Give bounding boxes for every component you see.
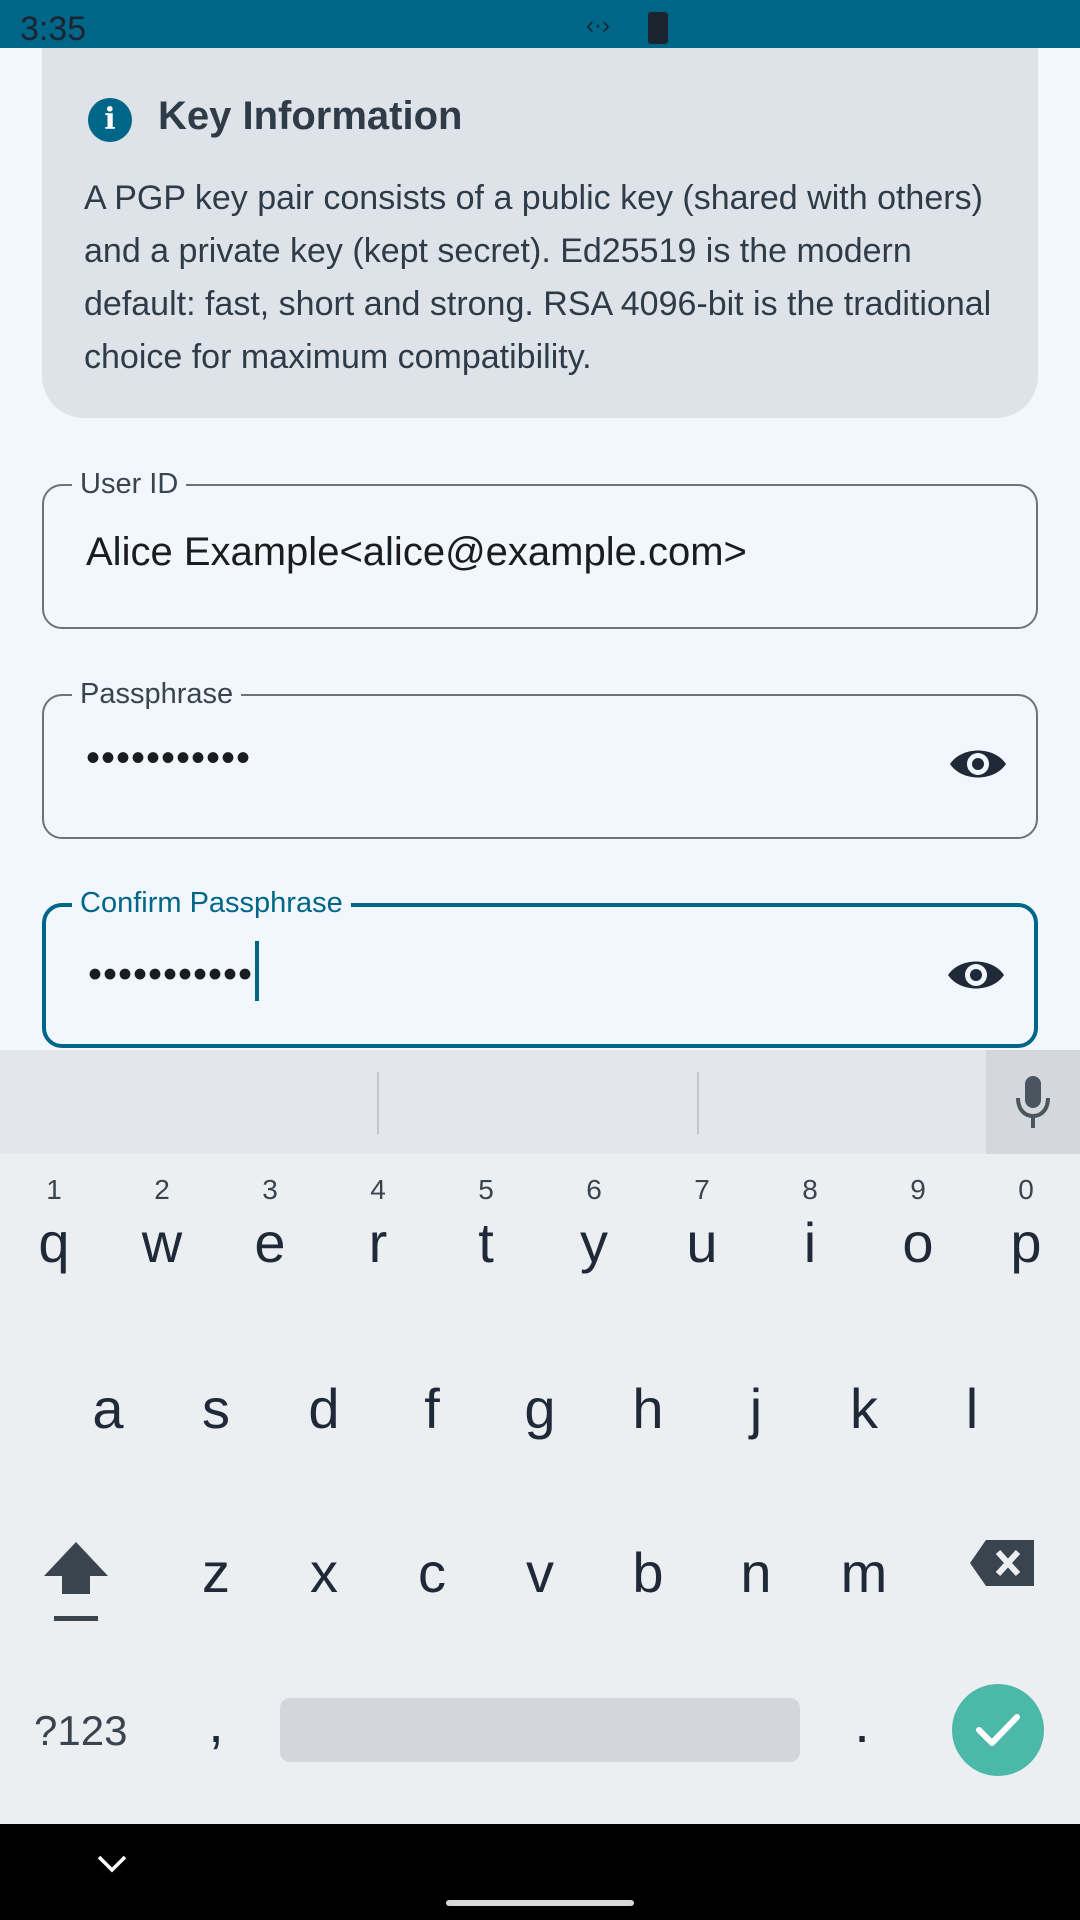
key-label: q xyxy=(38,1211,70,1274)
user-id-value[interactable]: Alice Example<alice@example.com> xyxy=(86,530,747,575)
confirm-passphrase-value: ••••••••••• xyxy=(88,952,254,997)
text-caret xyxy=(255,941,260,1001)
key-label: w xyxy=(141,1211,183,1274)
soft-keyboard: 1q2w3e4r5t6y7u8i9o0p asdfghjkl zxcvbnm ?… xyxy=(0,1050,1080,1824)
key-b[interactable]: b xyxy=(594,1540,702,1605)
key-label: u xyxy=(686,1211,718,1274)
key-z[interactable]: z xyxy=(162,1540,270,1605)
shift-key[interactable] xyxy=(28,1536,124,1631)
space-bar[interactable] xyxy=(280,1698,800,1762)
key-r[interactable]: 4r xyxy=(324,1174,432,1275)
key-label: y xyxy=(580,1211,608,1274)
backspace-key[interactable] xyxy=(968,1536,1038,1595)
period-key[interactable]: . xyxy=(808,1690,916,1755)
key-g[interactable]: g xyxy=(486,1376,594,1441)
info-body: A PGP key pair consists of a public key … xyxy=(84,179,992,376)
key-v[interactable]: v xyxy=(486,1540,594,1605)
passphrase-field[interactable]: Passphrase ••••••••••• xyxy=(42,678,1038,839)
key-label: t xyxy=(478,1211,494,1274)
show-passphrase-eye-icon[interactable] xyxy=(948,742,1008,791)
key-hint: 5 xyxy=(478,1174,494,1205)
key-hint: 3 xyxy=(262,1174,278,1205)
key-hint: 8 xyxy=(802,1174,818,1205)
check-icon xyxy=(976,1714,1020,1746)
show-confirm-passphrase-eye-icon[interactable] xyxy=(946,953,1006,1002)
key-j[interactable]: j xyxy=(702,1376,810,1441)
key-x[interactable]: x xyxy=(270,1540,378,1605)
key-o[interactable]: 9o xyxy=(864,1174,972,1275)
suggestion-divider xyxy=(377,1072,379,1134)
symbols-key[interactable]: ?123 xyxy=(34,1707,127,1755)
key-hint: 9 xyxy=(910,1174,926,1205)
passphrase-value[interactable]: ••••••••••• xyxy=(86,736,251,781)
key-hint: 4 xyxy=(370,1174,386,1205)
user-id-label: User ID xyxy=(72,468,187,500)
key-c[interactable]: c xyxy=(378,1540,486,1605)
confirm-passphrase-field[interactable]: Confirm Passphrase ••••••••••• xyxy=(42,887,1038,1048)
key-w[interactable]: 2w xyxy=(108,1174,216,1275)
key-u[interactable]: 7u xyxy=(648,1174,756,1275)
confirm-passphrase-input[interactable]: ••••••••••• xyxy=(88,941,260,1007)
key-label: o xyxy=(902,1211,934,1274)
key-l[interactable]: l xyxy=(918,1376,1026,1441)
key-i[interactable]: 8i xyxy=(756,1174,864,1275)
battery-icon xyxy=(648,12,668,44)
key-s[interactable]: s xyxy=(162,1376,270,1441)
status-bar: 3:35 ‹·› xyxy=(0,0,1080,48)
key-n[interactable]: n xyxy=(702,1540,810,1605)
key-y[interactable]: 6y xyxy=(540,1174,648,1275)
key-m[interactable]: m xyxy=(810,1540,918,1605)
status-data-icon: ‹·› xyxy=(586,12,610,39)
info-title: Key Information xyxy=(158,94,463,138)
key-hint: 7 xyxy=(694,1174,710,1205)
suggestion-strip xyxy=(0,1050,1080,1154)
key-f[interactable]: f xyxy=(378,1376,486,1441)
key-k[interactable]: k xyxy=(810,1376,918,1441)
enter-key[interactable] xyxy=(952,1684,1044,1776)
key-t[interactable]: 5t xyxy=(432,1174,540,1275)
key-hint: 6 xyxy=(586,1174,602,1205)
key-h[interactable]: h xyxy=(594,1376,702,1441)
key-q[interactable]: 1q xyxy=(0,1174,108,1275)
key-label: r xyxy=(368,1211,388,1274)
comma-key[interactable]: , xyxy=(162,1690,270,1755)
key-information-card: i Key Information A PGP key pair consist… xyxy=(42,48,1038,418)
key-hint: 1 xyxy=(46,1174,62,1205)
key-d[interactable]: d xyxy=(270,1376,378,1441)
key-hint: 0 xyxy=(1018,1174,1034,1205)
microphone-icon[interactable] xyxy=(986,1050,1080,1154)
key-p[interactable]: 0p xyxy=(972,1174,1080,1275)
key-e[interactable]: 3e xyxy=(216,1174,324,1275)
key-label: i xyxy=(803,1211,817,1274)
navigation-bar xyxy=(0,1824,1080,1920)
key-a[interactable]: a xyxy=(54,1376,162,1441)
status-time: 3:35 xyxy=(20,10,87,48)
hide-keyboard-chevron-down-icon[interactable] xyxy=(96,1854,128,1879)
key-label: e xyxy=(254,1211,286,1274)
home-gesture-pill[interactable] xyxy=(446,1900,634,1906)
info-icon: i xyxy=(88,98,132,142)
confirm-passphrase-label: Confirm Passphrase xyxy=(72,887,351,919)
key-hint: 2 xyxy=(154,1174,170,1205)
passphrase-label: Passphrase xyxy=(72,678,242,710)
key-label: p xyxy=(1010,1211,1042,1274)
user-id-field[interactable]: User ID Alice Example<alice@example.com> xyxy=(42,468,1038,629)
suggestion-divider xyxy=(697,1072,699,1134)
